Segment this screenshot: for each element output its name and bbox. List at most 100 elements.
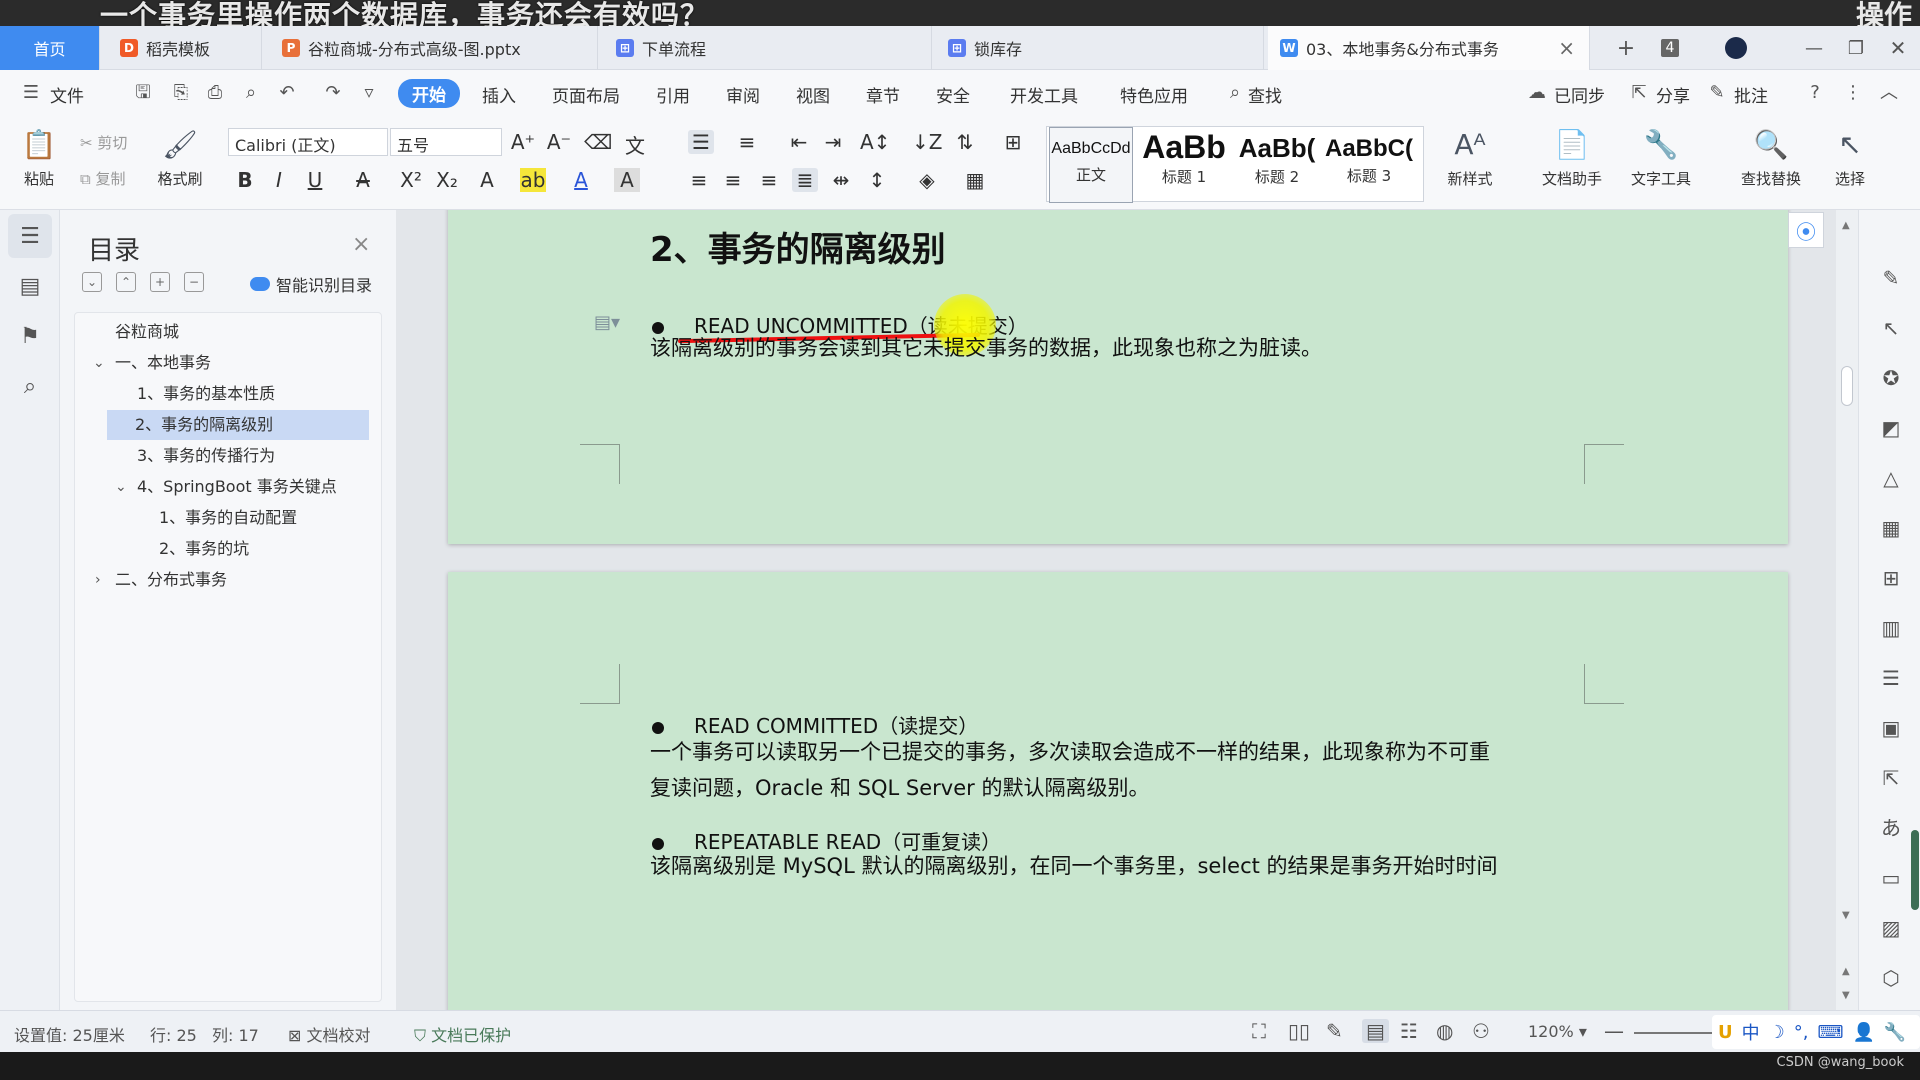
window-close-button[interactable]: ✕ <box>1880 26 1916 70</box>
close-icon[interactable]: × <box>352 232 370 257</box>
tab-docer[interactable]: D 稻壳模板 <box>108 26 262 70</box>
italic-icon[interactable]: I <box>266 168 292 192</box>
superscript-icon[interactable]: X² <box>398 168 424 192</box>
export-icon[interactable]: ⎘ <box>170 82 192 104</box>
menu-insert[interactable]: 插入 <box>482 82 516 107</box>
menu-layout[interactable]: 页面布局 <box>552 82 620 107</box>
find-replace-button[interactable]: 🔍 查找替换 <box>1728 126 1814 189</box>
align-center-icon[interactable]: ≡ <box>720 168 746 192</box>
menu-view[interactable]: 视图 <box>796 82 830 107</box>
settings-sliders-icon[interactable]: ☰ <box>1879 666 1903 690</box>
border-icon[interactable]: ▦ <box>962 168 988 192</box>
vertical-scrollbar[interactable]: ▲ ▼ ▲ ▼ <box>1836 210 1858 1010</box>
text-tools-button[interactable]: 🔧 文字工具 <box>1618 126 1704 189</box>
fullscreen-icon[interactable]: ⛶ <box>1252 1019 1266 1043</box>
location-pin-icon[interactable]: ⦿ <box>1788 212 1824 248</box>
toc-item[interactable]: ⌄ 4、SpringBoot 事务关键点 <box>77 472 379 502</box>
menu-home[interactable]: 开始 <box>398 79 460 108</box>
eye-protection-icon[interactable]: ⚇ <box>1472 1019 1490 1043</box>
toc-item[interactable]: 1、事务的基本性质 <box>77 379 379 409</box>
find-icon[interactable]: ⌕ <box>8 364 52 408</box>
collapse-ribbon-icon[interactable]: ︿ <box>1878 82 1900 104</box>
style-heading-2[interactable]: AaBb( 标题 2 <box>1233 127 1321 203</box>
toc-item[interactable]: 谷粒商城 <box>77 317 379 347</box>
more-icon[interactable]: ⋮ <box>1842 82 1864 104</box>
menu-reference[interactable]: 引用 <box>656 82 690 107</box>
toc-item[interactable]: › 二、分布式事务 <box>77 565 379 595</box>
prev-page-icon[interactable]: ▲ <box>1842 966 1850 977</box>
table-icon[interactable]: ⊞ <box>1000 130 1026 154</box>
archive-icon[interactable]: ▭ <box>1879 866 1903 890</box>
document-page[interactable]: READ COMMITTED（读提交） 一个事务可以读取另一个已提交的事务，多次… <box>448 572 1788 1010</box>
menu-security[interactable]: 安全 <box>936 82 970 107</box>
document-canvas[interactable]: 2、事务的隔离级别 ▤▾ READ UNCOMMITTED（读未提交） 该隔离级… <box>396 210 1836 1010</box>
proofread-button[interactable]: ⊠ 文档校对 <box>288 1022 371 1046</box>
pen-icon[interactable]: ✎ <box>1879 266 1903 290</box>
doc-helper-button[interactable]: 📄 文档助手 <box>1534 126 1610 189</box>
tab-count-badge[interactable]: 4 <box>1652 26 1688 70</box>
shrink-font-icon[interactable]: A⁻ <box>546 130 572 154</box>
zoom-out-icon[interactable]: — <box>1604 1019 1624 1043</box>
bold-icon[interactable]: B <box>232 168 258 192</box>
shapes-icon[interactable]: ◩ <box>1879 416 1903 440</box>
menu-chapter[interactable]: 章节 <box>866 82 900 107</box>
smart-toc-button[interactable]: 智能识别目录 <box>250 272 372 296</box>
ime-toolbar[interactable]: U 中 ☽ °, ⌨ 👤 🔧 <box>1712 1015 1920 1049</box>
chevron-down-icon[interactable]: ⌄ <box>115 472 127 502</box>
distribute-icon[interactable]: ⇹ <box>828 168 854 192</box>
badge-icon[interactable]: ✪ <box>1879 366 1903 390</box>
justify-icon[interactable]: ≣ <box>792 168 818 192</box>
align-left-icon[interactable]: ≡ <box>686 168 712 192</box>
tab-flow-stock[interactable]: ⊞ 锁库存 <box>936 26 1264 70</box>
strikethrough-icon[interactable]: A <box>350 168 376 192</box>
save-icon[interactable]: 🖫 <box>132 82 154 104</box>
search-icon[interactable]: ⌕ <box>1224 82 1246 104</box>
avatar[interactable] <box>1718 26 1754 70</box>
new-tab-button[interactable]: + <box>1608 26 1644 70</box>
style-heading-1[interactable]: AaBb 标题 1 <box>1139 127 1229 203</box>
scroll-down-icon[interactable]: ▼ <box>1842 910 1850 921</box>
triangle-icon[interactable]: △ <box>1879 466 1903 490</box>
zoom-slider[interactable] <box>1634 1032 1714 1034</box>
paragraph-handle-icon[interactable]: ▤▾ <box>594 312 634 338</box>
print-icon[interactable]: ⎙ <box>204 82 226 104</box>
share-button[interactable]: 分享 <box>1656 82 1690 107</box>
toc-item[interactable]: 3、事务的传播行为 <box>77 441 379 471</box>
shield-icon[interactable]: ⬡ <box>1879 966 1903 990</box>
close-icon[interactable]: × <box>1558 36 1575 60</box>
text-effect-icon[interactable]: A <box>474 168 500 192</box>
chart-icon[interactable]: ▥ <box>1879 616 1903 640</box>
undo-icon[interactable]: ↶ <box>276 82 298 104</box>
panel-edge-handle[interactable] <box>1911 830 1919 910</box>
style-normal[interactable]: AaBbCcDd 正文 <box>1049 127 1133 203</box>
toc-item-selected[interactable]: 2、事务的隔离级别 <box>107 410 369 440</box>
menu-features[interactable]: 特色应用 <box>1120 82 1188 107</box>
copy-button[interactable]: ⧉ 复制 <box>80 168 126 189</box>
sync-status[interactable]: 已同步 <box>1554 82 1605 107</box>
font-size-select[interactable]: 五号 <box>390 128 502 156</box>
text-direction-icon[interactable]: A↕ <box>860 130 890 154</box>
customize-icon[interactable]: ▿ <box>358 82 380 104</box>
select-button[interactable]: ↖ 选择 <box>1822 126 1878 189</box>
increase-indent-icon[interactable]: ⇥ <box>820 130 846 154</box>
tab-home[interactable]: 首页 <box>0 26 100 70</box>
phonetic-icon[interactable]: 文 <box>622 130 648 159</box>
page-view-icon[interactable]: ▤ <box>1362 1019 1389 1043</box>
grow-font-icon[interactable]: A⁺ <box>510 130 536 154</box>
bookmark-icon[interactable]: ⚑ <box>8 314 52 358</box>
paste-button[interactable]: 📋 粘贴 <box>14 126 64 189</box>
pages-icon[interactable]: ▤ <box>8 264 52 308</box>
menu-developer[interactable]: 开发工具 <box>1010 82 1078 107</box>
hamburger-icon[interactable]: ☰ <box>20 82 42 104</box>
paragraph-spacing-icon[interactable]: ↕ <box>864 168 890 192</box>
edit-mode-icon[interactable]: ✎ <box>1326 1019 1343 1043</box>
chevron-right-icon[interactable]: › <box>95 565 101 595</box>
toc-item[interactable]: ⌄ 一、本地事务 <box>77 348 379 378</box>
menu-search[interactable]: 查找 <box>1248 82 1282 107</box>
format-painter-button[interactable]: 🖌 格式刷 <box>152 126 208 189</box>
style-heading-3[interactable]: AaBbC( 标题 3 <box>1325 127 1413 203</box>
menu-file[interactable]: 文件 <box>50 82 84 107</box>
scrollbar-thumb[interactable] <box>1841 366 1853 406</box>
new-style-button[interactable]: Aᴬ 新样式 <box>1440 126 1500 189</box>
remove-heading-icon[interactable]: − <box>184 272 204 292</box>
